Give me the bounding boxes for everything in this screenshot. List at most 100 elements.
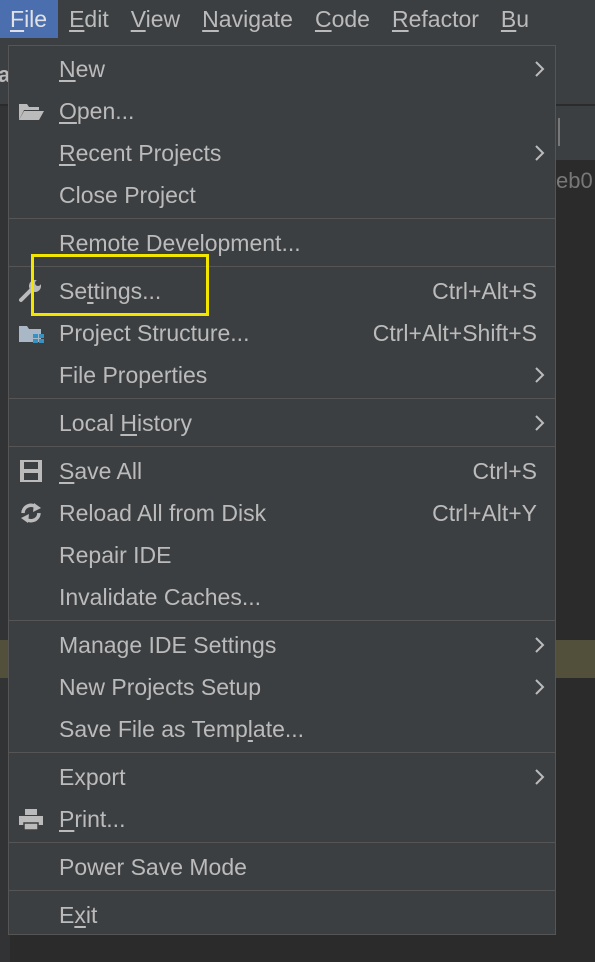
menu-item-print[interactable]: Print... — [9, 798, 555, 840]
label-mnemonic: x — [74, 902, 86, 928]
menubar-file[interactable]: File — [0, 0, 59, 38]
menu-item-save-all-shortcut: Ctrl+S — [472, 458, 537, 484]
menu-item-export-label: Export — [59, 764, 126, 790]
label-post: rint... — [74, 806, 126, 832]
floppy-disk-icon — [20, 460, 42, 482]
menu-item-exit-label: Exit — [59, 894, 97, 936]
menu-item-invalidate-caches-label: Invalidate Caches... — [59, 584, 262, 610]
menubar-code[interactable]: Code — [304, 0, 381, 38]
menu-item-project-structure[interactable]: Project Structure... Ctrl+Alt+Shift+S — [9, 312, 555, 354]
menu-item-invalidate-caches[interactable]: Invalidate Caches... — [9, 576, 555, 618]
menubar-build[interactable]: Bu — [490, 0, 540, 38]
label-mnemonic: S — [59, 458, 75, 484]
settings-highlight-annotation — [31, 254, 209, 316]
menubar-edit-label: dit — [84, 6, 109, 32]
menu-separator — [9, 752, 555, 753]
menu-item-repair-ide[interactable]: Repair IDE — [9, 534, 555, 576]
chevron-right-icon — [535, 637, 545, 653]
menu-item-export[interactable]: Export — [9, 756, 555, 798]
toolbar-divider — [558, 118, 560, 146]
menubar-edit[interactable]: Edit — [58, 0, 120, 38]
label-post: it — [85, 902, 98, 928]
menu-item-new-projects-setup-label: New Projects Setup — [59, 674, 261, 700]
menu-item-file-properties-label: File Properties — [59, 362, 208, 388]
menu-item-local-history-label: Local History — [59, 402, 192, 444]
menu-item-exit[interactable]: Exit — [9, 894, 555, 936]
menu-item-power-save-mode[interactable]: Power Save Mode — [9, 846, 555, 888]
menubar-navigate[interactable]: Navigate — [191, 0, 304, 38]
menu-item-save-file-as-template[interactable]: Save File as Template... — [9, 708, 555, 750]
menu-separator — [9, 398, 555, 399]
menu-item-recent-projects-label: Recent Projects — [59, 132, 221, 174]
menu-item-project-structure-label: Project Structure... — [59, 320, 250, 346]
label-post: istory — [137, 410, 192, 436]
menu-item-manage-ide-settings-label: Manage IDE Settings — [59, 632, 277, 658]
menu-item-local-history[interactable]: Local History — [9, 402, 555, 444]
menu-item-save-all[interactable]: Save All Ctrl+S — [9, 450, 555, 492]
menubar-refactor[interactable]: Refactor — [381, 0, 490, 38]
menu-item-power-save-mode-label: Power Save Mode — [59, 854, 247, 880]
project-structure-icon — [19, 326, 44, 343]
menubar-build-label: u — [516, 6, 530, 32]
label-mnemonic: P — [59, 806, 75, 832]
label-mnemonic: O — [59, 98, 77, 124]
menu-item-print-label: Print... — [59, 798, 125, 840]
menu-item-project-structure-shortcut: Ctrl+Alt+Shift+S — [372, 320, 537, 346]
menubar-code-mnemonic: C — [314, 6, 332, 32]
menubar-refactor-mnemonic: R — [391, 6, 409, 32]
label-post: pen... — [76, 98, 135, 124]
menubar-edit-mnemonic: E — [69, 6, 85, 32]
label-mnemonic: N — [59, 56, 76, 82]
folder-open-icon — [19, 104, 44, 120]
menubar-navigate-label: avigate — [218, 6, 293, 32]
menu-item-new[interactable]: New — [9, 48, 555, 90]
label-pre: Local — [59, 410, 121, 436]
ide-window: a eb0 File Edit View Navigate Code Refac… — [0, 0, 595, 962]
chevron-right-icon — [535, 679, 545, 695]
menu-item-file-properties[interactable]: File Properties — [9, 354, 555, 396]
menu-item-recent-projects[interactable]: Recent Projects — [9, 132, 555, 174]
label-post: ave All — [74, 458, 143, 484]
menubar-view-mnemonic: V — [130, 6, 146, 32]
menu-separator — [9, 620, 555, 621]
menubar-view[interactable]: View — [120, 0, 191, 38]
chevron-right-icon — [535, 61, 545, 77]
menu-item-new-label: New — [59, 48, 105, 90]
label-post: ew — [75, 56, 106, 82]
menu-item-manage-ide-settings[interactable]: Manage IDE Settings — [9, 624, 555, 666]
menubar-code-label: ode — [331, 6, 370, 32]
menu-item-close-project[interactable]: Close Project — [9, 174, 555, 216]
menu-item-save-file-as-template-label: Save File as Template... — [59, 708, 304, 750]
menu-item-reload-all-label: Reload All from Disk — [59, 500, 267, 526]
label-post: ecent Projects — [75, 140, 222, 166]
menu-separator — [9, 842, 555, 843]
menu-item-reload-all[interactable]: Reload All from Disk Ctrl+Alt+Y — [9, 492, 555, 534]
main-menubar: File Edit View Navigate Code Refactor Bu — [0, 0, 595, 38]
menu-item-save-all-label: Save All — [59, 450, 142, 492]
chevron-right-icon — [535, 769, 545, 785]
printer-icon — [19, 809, 43, 831]
menu-separator — [9, 446, 555, 447]
chevron-right-icon — [535, 367, 545, 383]
menu-separator — [9, 890, 555, 891]
menubar-file-mnemonic: F — [10, 6, 25, 32]
menubar-file-label: ile — [24, 6, 48, 32]
menubar-view-label: iew — [145, 6, 181, 32]
file-menu-dropdown: New Open... Recent Projects Close Projec… — [8, 45, 556, 935]
editor-text-fragment: eb0 — [556, 168, 593, 193]
label-post: ate... — [252, 716, 305, 742]
menu-item-new-projects-setup[interactable]: New Projects Setup — [9, 666, 555, 708]
reload-icon — [21, 503, 41, 523]
label-mnemonic: H — [120, 410, 137, 436]
label-mnemonic: R — [59, 140, 76, 166]
menu-item-open-label: Open... — [59, 90, 134, 132]
menubar-navigate-mnemonic: N — [202, 6, 219, 32]
menubar-build-mnemonic: B — [500, 6, 517, 32]
menu-item-close-project-label: Close Project — [59, 182, 196, 208]
chevron-right-icon — [535, 415, 545, 431]
menu-item-open[interactable]: Open... — [9, 90, 555, 132]
menu-separator — [9, 218, 555, 219]
menu-item-settings-shortcut: Ctrl+Alt+S — [432, 278, 537, 304]
chevron-right-icon — [535, 145, 545, 161]
menubar-refactor-label: efactor — [408, 6, 479, 32]
